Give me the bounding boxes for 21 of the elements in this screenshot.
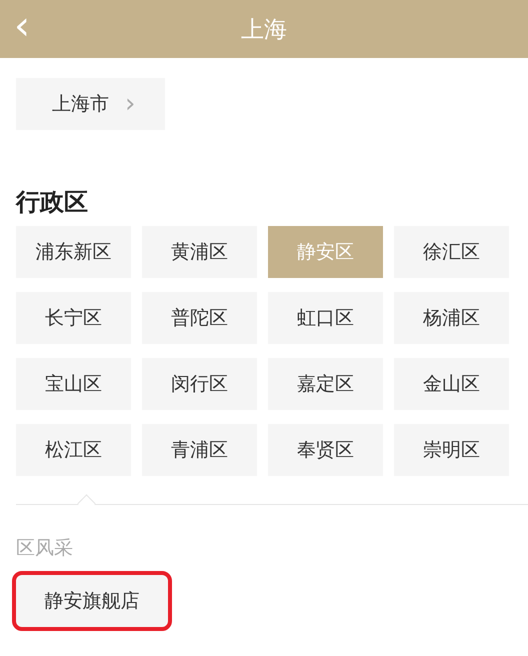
district-button[interactable]: 普陀区: [142, 292, 257, 344]
district-button[interactable]: 嘉定区: [268, 358, 383, 410]
district-button[interactable]: 黄浦区: [142, 226, 257, 278]
store-button[interactable]: 静安旗舰店: [12, 571, 172, 631]
district-button[interactable]: 宝山区: [16, 358, 131, 410]
city-button[interactable]: 上海市 ›: [16, 78, 166, 130]
district-button[interactable]: 松江区: [16, 424, 131, 476]
chevron-icon: ›: [125, 89, 136, 119]
section-title: 区风采: [16, 536, 74, 561]
district-button[interactable]: 浦东新区: [16, 226, 131, 278]
district-button[interactable]: 闵行区: [142, 358, 257, 410]
district-button[interactable]: 杨浦区: [394, 292, 509, 344]
district-button[interactable]: 金山区: [394, 358, 509, 410]
district-button[interactable]: 青浦区: [142, 424, 257, 476]
district-button[interactable]: 崇明区: [394, 424, 509, 476]
district-button[interactable]: 虹口区: [268, 292, 383, 344]
district-button[interactable]: 徐汇区: [394, 226, 509, 278]
page-title: 上海: [241, 16, 287, 44]
district-button[interactable]: 长宁区: [16, 292, 131, 344]
section-title: 行政区: [16, 187, 89, 218]
district-button[interactable]: 奉贤区: [268, 424, 383, 476]
